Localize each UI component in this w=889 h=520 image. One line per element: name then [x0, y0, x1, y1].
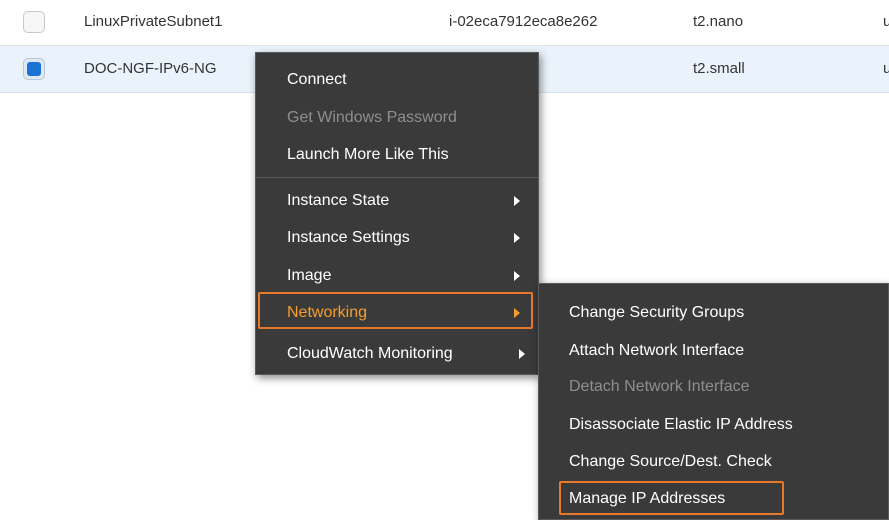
menu-item-label: Networking [287, 304, 368, 321]
chevron-right-icon [514, 308, 520, 318]
menu-item-change-source-dest-check[interactable]: Change Source/Dest. Check [539, 443, 888, 481]
menu-item-label: Get Windows Password [287, 109, 457, 126]
menu-item-attach-network-interface[interactable]: Attach Network Interface [539, 332, 888, 370]
menu-item-label: Attach Network Interface [569, 342, 745, 359]
menu-item-label: Manage IP Addresses [569, 490, 726, 507]
chevron-right-icon [519, 349, 525, 359]
instance-name-cell: DOC-NGF-IPv6-NG [84, 60, 217, 77]
chevron-right-icon [514, 233, 520, 243]
menu-item-label: Launch More Like This [287, 146, 449, 163]
instance-type-cell: t2.nano [693, 13, 744, 30]
menu-item-networking[interactable]: Networking [256, 294, 538, 332]
menu-item-label: Instance State [287, 192, 390, 209]
menu-item-instance-state[interactable]: Instance State [256, 182, 538, 220]
menu-item-detach-network-interface: Detach Network Interface [539, 368, 888, 406]
truncated-column-cell: u [883, 13, 889, 30]
row-checkbox-checked[interactable] [23, 58, 45, 80]
menu-item-launch-more-like-this[interactable]: Launch More Like This [256, 136, 538, 174]
checkbox-check-icon [27, 62, 41, 76]
menu-item-label: Connect [287, 71, 347, 88]
instance-id-cell: i-02eca7912eca8e262 [449, 13, 598, 30]
menu-item-label: Instance Settings [287, 229, 410, 246]
menu-item-cloudwatch-monitoring[interactable]: CloudWatch Monitoring [256, 335, 538, 373]
menu-item-manage-ip-addresses[interactable]: Manage IP Addresses [539, 480, 888, 518]
menu-item-label: Image [287, 267, 332, 284]
chevron-right-icon [514, 196, 520, 206]
menu-item-label: CloudWatch Monitoring [287, 345, 453, 362]
menu-item-get-windows-password: Get Windows Password [256, 99, 538, 137]
menu-item-disassociate-elastic-ip-address[interactable]: Disassociate Elastic IP Address [539, 406, 888, 444]
chevron-right-icon [514, 271, 520, 281]
table-row[interactable]: LinuxPrivateSubnet1 i-02eca7912eca8e262 … [0, 0, 889, 46]
menu-item-image[interactable]: Image [256, 257, 538, 295]
menu-item-label: Change Security Groups [569, 304, 745, 321]
instance-name-cell: LinuxPrivateSubnet1 [84, 13, 223, 30]
menu-separator [256, 177, 538, 178]
row-checkbox[interactable] [23, 11, 45, 33]
menu-item-label: Detach Network Interface [569, 378, 750, 395]
menu-item-label: Disassociate Elastic IP Address [569, 416, 793, 433]
networking-submenu: Change Security Groups Attach Network In… [538, 283, 889, 520]
truncated-column-cell: u [883, 60, 889, 77]
menu-item-label: Change Source/Dest. Check [569, 453, 772, 470]
menu-item-connect[interactable]: Connect [256, 61, 538, 99]
menu-item-change-security-groups[interactable]: Change Security Groups [539, 294, 888, 332]
menu-item-instance-settings[interactable]: Instance Settings [256, 219, 538, 257]
instance-type-cell: t2.small [693, 60, 745, 77]
instance-actions-context-menu: Connect Get Windows Password Launch More… [255, 52, 539, 375]
